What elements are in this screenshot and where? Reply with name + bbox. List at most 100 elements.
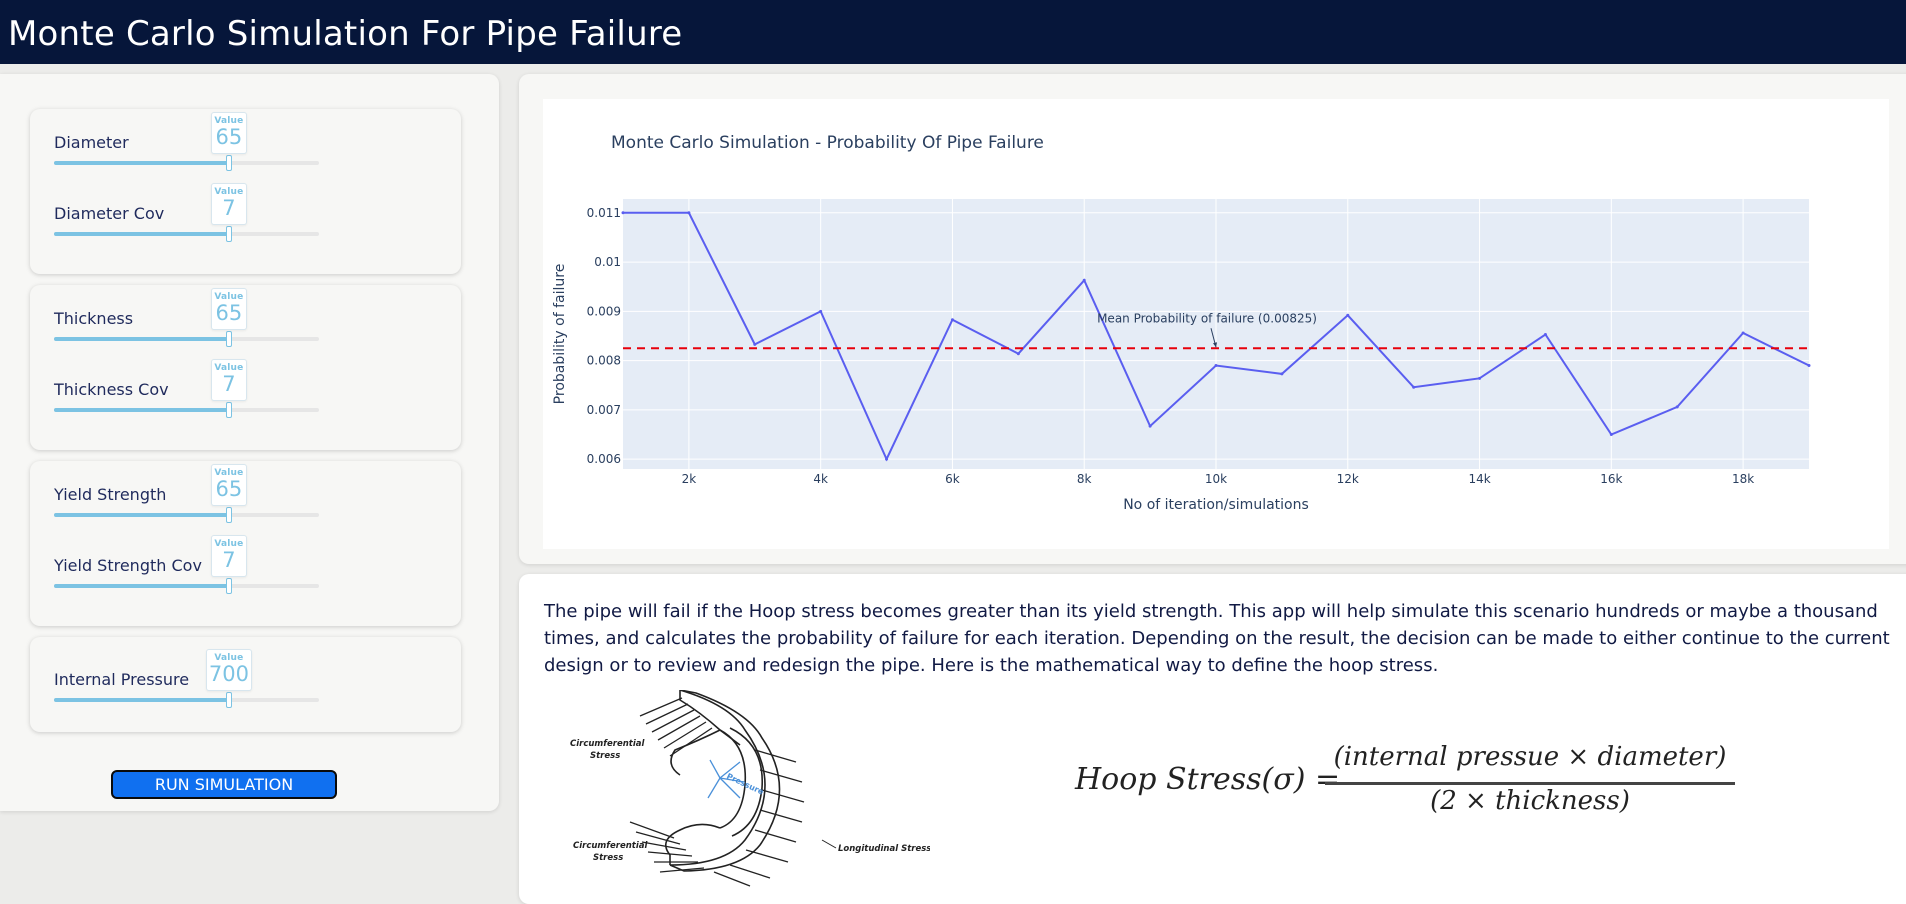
yield-strength-label: Yield Strength — [54, 485, 167, 504]
slider-handle[interactable] — [225, 331, 232, 347]
slider-handle[interactable] — [225, 402, 232, 418]
thickness-label: Thickness — [54, 309, 134, 328]
slider-fill — [54, 161, 229, 165]
slider-handle[interactable] — [225, 155, 232, 171]
slider-track[interactable] — [54, 161, 319, 165]
slider-fill — [54, 513, 229, 517]
x-tick-label: 4k — [813, 472, 828, 486]
y-tick-label: 0.008 — [587, 354, 621, 368]
pipe-stress-diagram: Circumferential Stress Circumferential S… — [570, 690, 930, 887]
internal-pressure-value: 700 — [208, 662, 249, 686]
y-tick-label: 0.011 — [587, 206, 621, 220]
internal-pressure-label: Internal Pressure — [54, 670, 190, 689]
slider-handle[interactable] — [225, 692, 232, 708]
series-point — [1148, 424, 1152, 428]
series-point — [1675, 405, 1679, 409]
internal-pressure-slider[interactable]: Internal Pressure Value 700 — [54, 649, 354, 708]
slider-fill — [54, 232, 229, 236]
x-axis-label: No of iteration/simulations — [1123, 497, 1309, 513]
yield-strength-cov-slider[interactable]: Yield Strength Cov Value 7 — [54, 535, 354, 594]
value-box: Value 65 — [210, 288, 247, 330]
series-point — [1807, 364, 1811, 368]
longitudinal-stress-label: Longitudinal Stress — [838, 844, 930, 854]
slider-handle[interactable] — [225, 226, 232, 242]
diameter-cov-value: 7 — [222, 196, 236, 220]
diameter-slider[interactable]: Diameter Value 65 — [54, 112, 354, 171]
formula-numerator: (internal pressue × diameter) — [1333, 742, 1727, 772]
diameter-label: Diameter — [54, 133, 129, 152]
yield-strength-cov-label: Yield Strength Cov — [54, 556, 202, 575]
thickness-value: 65 — [215, 301, 243, 325]
fraction-bar — [1325, 782, 1735, 785]
thickness-cov-label: Thickness Cov — [54, 380, 169, 399]
series-point — [1543, 332, 1547, 336]
x-tick-label: 14k — [1468, 472, 1490, 486]
formula-lhs: Hoop Stress(σ) = — [1075, 762, 1341, 797]
thickness-slider[interactable]: Thickness Value 65 — [54, 288, 354, 347]
y-axis-label: Probability of failure — [552, 264, 568, 405]
diameter-cov-label: Diameter Cov — [54, 204, 165, 223]
series-point — [1346, 313, 1350, 317]
slider-track[interactable] — [54, 232, 319, 236]
slider-track[interactable] — [54, 698, 319, 702]
circumferential-stress-bottom-label: Circumferential — [573, 841, 648, 851]
x-tick-label: 16k — [1600, 472, 1622, 486]
slider-handle[interactable] — [225, 507, 232, 523]
y-tick-label: 0.006 — [587, 452, 621, 466]
thickness-cov-value: 7 — [222, 372, 236, 396]
slider-fill — [54, 698, 229, 702]
series-point — [1609, 433, 1613, 437]
x-tick-label: 10k — [1205, 472, 1227, 486]
slider-track[interactable] — [54, 337, 319, 341]
header-bar: Monte Carlo Simulation For Pipe Failure — [0, 0, 1906, 64]
series-point — [1478, 376, 1482, 380]
value-box: Value 700 — [205, 649, 252, 691]
diameter-value: 65 — [215, 125, 243, 149]
x-tick-label: 6k — [945, 472, 960, 486]
thickness-card: Thickness Value 65 Thickness Cov Value 7 — [30, 285, 461, 450]
yield-strength-cov-value: 7 — [222, 548, 236, 572]
slider-handle[interactable] — [225, 578, 232, 594]
slider-fill — [54, 337, 229, 341]
yield-strength-value: 65 — [215, 477, 243, 501]
series-point — [819, 309, 823, 313]
y-tick-label: 0.007 — [587, 403, 621, 417]
x-tick-label: 18k — [1732, 472, 1754, 486]
series-point — [1082, 278, 1086, 282]
series-point — [885, 457, 889, 461]
value-box: Value 65 — [210, 464, 247, 506]
y-tick-label: 0.009 — [587, 304, 621, 318]
run-simulation-button[interactable]: RUN SIMULATION — [111, 770, 337, 799]
slider-track[interactable] — [54, 408, 319, 412]
probability-chart: 2k 4k 6k 8k 10k 12k 14k 16k 18k 0.006 0.007 0.008 0.… — [543, 99, 1889, 549]
series-point — [753, 342, 757, 346]
slider-track[interactable] — [54, 513, 319, 517]
mean-annotation-text: Mean Probability of failure (0.00825) — [1097, 311, 1317, 325]
formula-denominator: (2 × thickness) — [1430, 786, 1630, 816]
yield-strength-card: Yield Strength Value 65 Yield Strength C… — [30, 461, 461, 626]
circumferential-stress-bottom-label-2: Stress — [593, 853, 623, 863]
value-box: Value 7 — [210, 359, 247, 401]
series-point — [621, 211, 625, 215]
slider-track[interactable] — [54, 584, 319, 588]
value-box: Value 7 — [210, 535, 247, 577]
yield-strength-slider[interactable]: Yield Strength Value 65 — [54, 464, 354, 523]
x-tick-label: 2k — [682, 472, 697, 486]
internal-pressure-card: Internal Pressure Value 700 — [30, 637, 461, 732]
x-tick-label: 12k — [1337, 472, 1359, 486]
series-point — [1741, 331, 1745, 335]
diameter-card: Diameter Value 65 Diameter Cov Value 7 — [30, 109, 461, 274]
chart-title: Monte Carlo Simulation - Probability Of … — [611, 133, 1044, 153]
series-point — [950, 318, 954, 322]
slider-fill — [54, 584, 229, 588]
series-point — [1280, 372, 1284, 376]
series-point — [1214, 364, 1218, 368]
x-tick-label: 8k — [1077, 472, 1092, 486]
diameter-cov-slider[interactable]: Diameter Cov Value 7 — [54, 183, 354, 242]
series-point — [1412, 385, 1416, 389]
series-point — [687, 211, 691, 215]
value-box: Value 7 — [210, 183, 247, 225]
series-point — [1016, 352, 1020, 356]
circumferential-stress-top-label-2: Stress — [590, 751, 620, 761]
thickness-cov-slider[interactable]: Thickness Cov Value 7 — [54, 359, 354, 418]
